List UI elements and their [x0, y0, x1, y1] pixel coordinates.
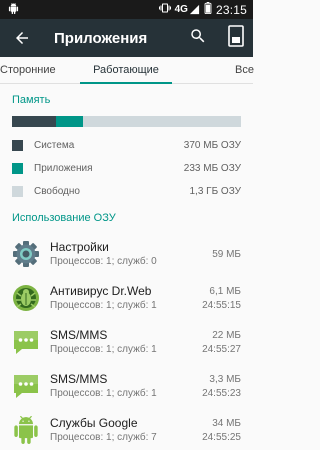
ram-usage-section-title: Использование ОЗУ — [12, 212, 116, 224]
memory-bar-apps — [55, 116, 83, 127]
legend-value: 1,3 ГБ ОЗУ — [189, 186, 242, 197]
tab-running[interactable]: Работающие — [80, 57, 172, 83]
search-icon[interactable] — [189, 27, 207, 50]
app-details: Процессов: 1; служб: 1 — [50, 388, 157, 399]
vibrate-icon — [158, 2, 171, 17]
android-robot-icon — [12, 416, 40, 444]
legend-swatch-free — [12, 186, 23, 197]
legend-label: Система — [34, 140, 75, 151]
messaging-icon — [12, 328, 40, 356]
legend-row-apps: Приложения 233 МБ ОЗУ — [0, 157, 253, 180]
legend-value: 370 МБ ОЗУ — [183, 140, 241, 151]
tab-indicator — [80, 82, 172, 84]
status-bar: 4G 23:15 — [0, 0, 253, 19]
page-title: Приложения — [54, 29, 148, 47]
app-memory-size: 6,1 МБ — [209, 286, 241, 297]
app-toolbar: Приложения — [0, 19, 253, 57]
memory-usage-bar — [12, 116, 241, 127]
list-item-google-services[interactable]: Службы Google Процессов: 1; служб: 7 34 … — [0, 408, 253, 450]
app-name: SMS/MMS — [50, 372, 108, 386]
list-item-sms-mms[interactable]: SMS/MMS Процессов: 1; служб: 1 22 МБ 24:… — [0, 320, 253, 364]
app-name: Настройки — [50, 240, 109, 254]
memory-card-icon[interactable] — [227, 24, 245, 52]
legend-row-system: Система 370 МБ ОЗУ — [0, 134, 253, 157]
messaging-icon — [12, 372, 40, 400]
list-item-drweb[interactable]: Антивирус Dr.Web Процессов: 1; служб: 1 … — [0, 276, 253, 320]
app-memory-size: 22 МБ — [212, 330, 241, 341]
memory-section-title: Память — [12, 94, 51, 106]
battery-icon — [204, 2, 212, 17]
app-memory-size: 34 МБ — [212, 418, 241, 429]
app-memory-size: 59 МБ — [212, 248, 241, 260]
list-item-settings[interactable]: Настройки Процессов: 1; служб: 0 59 МБ — [0, 232, 253, 276]
memory-legend: Система 370 МБ ОЗУ Приложения 233 МБ ОЗУ… — [0, 134, 253, 203]
app-run-time: 24:55:25 — [202, 432, 241, 443]
back-arrow-icon[interactable] — [12, 28, 32, 48]
app-run-time: 24:55:23 — [202, 388, 241, 399]
app-details: Процессов: 1; служб: 7 — [50, 432, 157, 443]
drweb-antivirus-icon — [12, 284, 40, 312]
running-apps-list: Настройки Процессов: 1; служб: 0 59 МБ А… — [0, 232, 253, 450]
app-run-time: 24:55:15 — [202, 300, 241, 311]
signal-icon: 4G — [175, 4, 200, 15]
clock: 23:15 — [215, 2, 247, 17]
app-name: SMS/MMS — [50, 328, 108, 342]
app-details: Процессов: 1; служб: 1 — [50, 344, 157, 355]
app-memory-size: 3,3 МБ — [209, 374, 241, 385]
legend-label: Приложения — [34, 163, 93, 174]
tab-third-party[interactable]: Сторонние — [0, 57, 56, 83]
app-name: Службы Google — [50, 416, 138, 430]
legend-swatch-system — [12, 140, 23, 151]
settings-gear-icon — [12, 240, 40, 268]
list-item-sms-mms[interactable]: SMS/MMS Процессов: 1; служб: 1 3,3 МБ 24… — [0, 364, 253, 408]
tab-bar: Сторонние Работающие Все — [0, 57, 254, 84]
app-details: Процессов: 1; служб: 1 — [50, 300, 157, 311]
legend-value: 233 МБ ОЗУ — [183, 163, 241, 174]
legend-label: Свободно — [34, 186, 80, 197]
memory-bar-system — [12, 116, 56, 127]
network-type: 4G — [174, 4, 188, 15]
legend-swatch-apps — [12, 163, 23, 174]
app-details: Процессов: 1; служб: 0 — [50, 256, 157, 267]
android-notification-icon — [8, 2, 19, 17]
app-run-time: 24:55:27 — [202, 344, 241, 355]
app-name: Антивирус Dr.Web — [50, 284, 152, 298]
legend-row-free: Свободно 1,3 ГБ ОЗУ — [0, 180, 253, 203]
tab-all[interactable]: Все — [235, 57, 254, 83]
